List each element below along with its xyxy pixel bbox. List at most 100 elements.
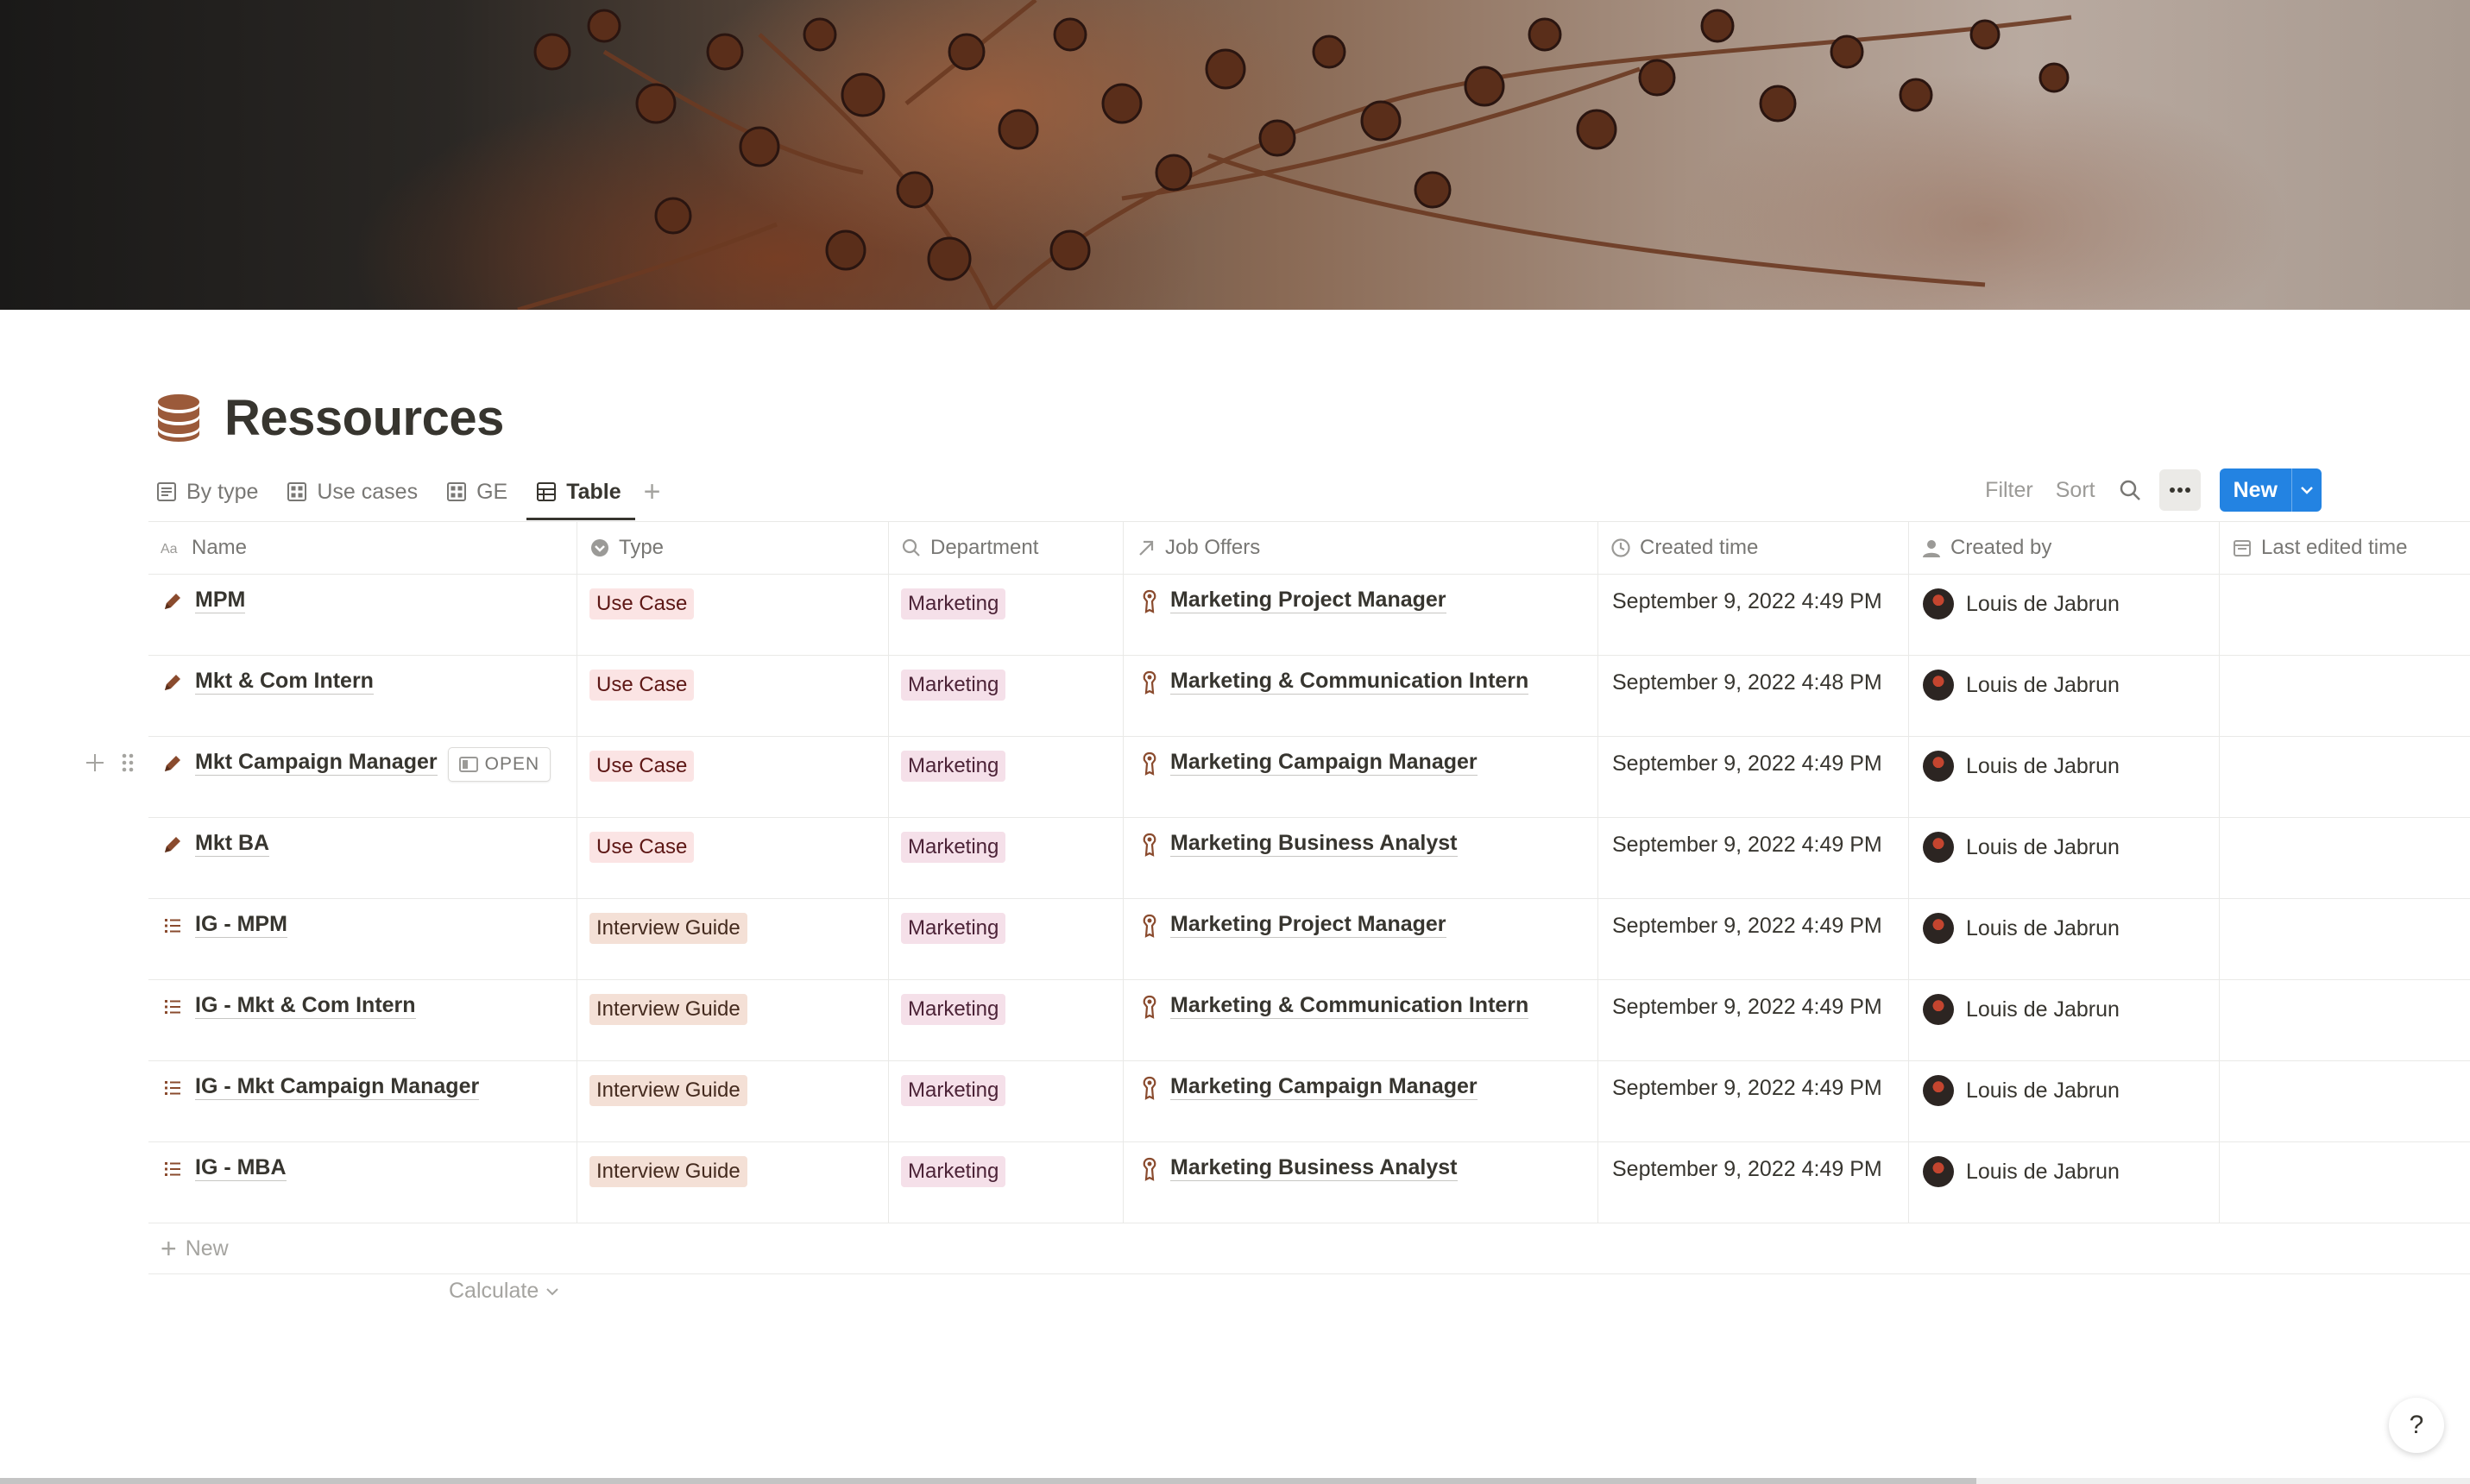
page-title[interactable]: Ressources — [224, 389, 504, 447]
job-offer-cell[interactable]: Marketing Project Manager — [1124, 575, 1598, 655]
job-offer-cell[interactable]: Marketing Business Analyst — [1124, 1142, 1598, 1223]
page-link[interactable]: Mkt & Com Intern — [195, 668, 374, 695]
page-link[interactable]: IG - MBA — [195, 1154, 287, 1181]
created-by-cell[interactable]: Louis de Jabrun — [1909, 1142, 2220, 1223]
column-header-name[interactable]: Aa Name — [148, 522, 577, 574]
created-time-cell[interactable]: September 9, 2022 4:49 PM — [1598, 575, 1909, 655]
page-link[interactable]: IG - MPM — [195, 911, 287, 938]
created-time-cell[interactable]: September 9, 2022 4:49 PM — [1598, 737, 1909, 817]
job-offer-cell[interactable]: Marketing Campaign Manager — [1124, 1061, 1598, 1141]
scrollbar-thumb[interactable] — [0, 1478, 1976, 1484]
new-button[interactable]: New — [2219, 468, 2322, 512]
created-time-cell[interactable]: September 9, 2022 4:48 PM — [1598, 656, 1909, 736]
name-cell[interactable]: IG - Mkt Campaign Manager — [148, 1061, 577, 1141]
tab-use-cases[interactable]: Use cases — [286, 470, 418, 513]
page-link[interactable]: IG - Mkt & Com Intern — [195, 992, 416, 1019]
add-row-icon[interactable] — [83, 751, 107, 775]
drag-handle-icon[interactable] — [116, 751, 140, 775]
last-edited-cell[interactable] — [2220, 737, 2470, 817]
type-cell[interactable]: Use Case — [577, 575, 889, 655]
job-offer-link[interactable]: Marketing & Communication Intern — [1170, 992, 1529, 1019]
page-link[interactable]: IG - Mkt Campaign Manager — [195, 1073, 480, 1100]
created-by-cell[interactable]: Louis de Jabrun — [1909, 818, 2220, 898]
last-edited-cell[interactable] — [2220, 980, 2470, 1060]
table-row[interactable]: IG - MPM Interview Guide Marketing Marketin… — [148, 899, 2470, 980]
name-cell[interactable]: IG - Mkt & Com Intern — [148, 980, 577, 1060]
department-cell[interactable]: Marketing — [889, 980, 1124, 1060]
name-cell[interactable]: Mkt Campaign Manager OPEN — [148, 737, 577, 817]
created-time-cell[interactable]: September 9, 2022 4:49 PM — [1598, 899, 1909, 979]
type-cell[interactable]: Interview Guide — [577, 1061, 889, 1141]
type-cell[interactable]: Interview Guide — [577, 899, 889, 979]
created-time-cell[interactable]: September 9, 2022 4:49 PM — [1598, 1142, 1909, 1223]
job-offer-link[interactable]: Marketing Business Analyst — [1170, 1154, 1458, 1181]
last-edited-cell[interactable] — [2220, 1142, 2470, 1223]
last-edited-cell[interactable] — [2220, 656, 2470, 736]
last-edited-cell[interactable] — [2220, 575, 2470, 655]
last-edited-cell[interactable] — [2220, 899, 2470, 979]
name-cell[interactable]: Mkt BA — [148, 818, 577, 898]
job-offer-link[interactable]: Marketing & Communication Intern — [1170, 668, 1529, 695]
search-button[interactable] — [2118, 478, 2142, 502]
table-row[interactable]: IG - MBA Interview Guide Marketing Marketin… — [148, 1142, 2470, 1223]
page-link[interactable]: Mkt BA — [195, 830, 270, 857]
add-row-button[interactable]: + New — [148, 1223, 2470, 1274]
new-button-label[interactable]: New — [2220, 468, 2292, 512]
page-link[interactable]: MPM — [195, 587, 246, 613]
type-cell[interactable]: Use Case — [577, 737, 889, 817]
type-cell[interactable]: Use Case — [577, 656, 889, 736]
created-by-cell[interactable]: Louis de Jabrun — [1909, 575, 2220, 655]
table-row[interactable]: Mkt BA Use Case Marketing Marketing Busines… — [148, 818, 2470, 899]
job-offer-link[interactable]: Marketing Project Manager — [1170, 587, 1446, 613]
created-time-cell[interactable]: September 9, 2022 4:49 PM — [1598, 818, 1909, 898]
table-row[interactable]: IG - Mkt & Com Intern Interview Guide Mark… — [148, 980, 2470, 1061]
job-offer-cell[interactable]: Marketing & Communication Intern — [1124, 656, 1598, 736]
created-time-cell[interactable]: September 9, 2022 4:49 PM — [1598, 1061, 1909, 1141]
table-row[interactable]: IG - Mkt Campaign Manager Interview Guide… — [148, 1061, 2470, 1142]
job-offer-link[interactable]: Marketing Campaign Manager — [1170, 1073, 1478, 1100]
department-cell[interactable]: Marketing — [889, 656, 1124, 736]
created-by-cell[interactable]: Louis de Jabrun — [1909, 656, 2220, 736]
column-header-last-edited[interactable]: Last edited time — [2220, 522, 2470, 574]
type-cell[interactable]: Interview Guide — [577, 1142, 889, 1223]
created-by-cell[interactable]: Louis de Jabrun — [1909, 980, 2220, 1060]
job-offer-link[interactable]: Marketing Campaign Manager — [1170, 749, 1478, 776]
job-offer-cell[interactable]: Marketing Project Manager — [1124, 899, 1598, 979]
add-view-icon[interactable]: + — [644, 477, 661, 506]
department-cell[interactable]: Marketing — [889, 818, 1124, 898]
name-cell[interactable]: IG - MBA — [148, 1142, 577, 1223]
department-cell[interactable]: Marketing — [889, 575, 1124, 655]
name-cell[interactable]: Mkt & Com Intern — [148, 656, 577, 736]
department-cell[interactable]: Marketing — [889, 899, 1124, 979]
job-offer-link[interactable]: Marketing Business Analyst — [1170, 830, 1458, 857]
created-time-cell[interactable]: September 9, 2022 4:49 PM — [1598, 980, 1909, 1060]
department-cell[interactable]: Marketing — [889, 1061, 1124, 1141]
filter-button[interactable]: Filter — [1985, 478, 2033, 503]
last-edited-cell[interactable] — [2220, 1061, 2470, 1141]
column-header-type[interactable]: Type — [577, 522, 889, 574]
column-header-department[interactable]: Department — [889, 522, 1124, 574]
type-cell[interactable]: Interview Guide — [577, 980, 889, 1060]
department-cell[interactable]: Marketing — [889, 737, 1124, 817]
calculate-button[interactable]: Calculate — [449, 1279, 559, 1304]
open-page-button[interactable]: OPEN — [447, 747, 551, 782]
name-cell[interactable]: MPM — [148, 575, 577, 655]
job-offer-cell[interactable]: Marketing & Communication Intern — [1124, 980, 1598, 1060]
department-cell[interactable]: Marketing — [889, 1142, 1124, 1223]
type-cell[interactable]: Use Case — [577, 818, 889, 898]
table-row[interactable]: MPM Use Case Marketing Marketing Project Ma… — [148, 575, 2470, 656]
tab-table[interactable]: Table — [526, 470, 636, 520]
job-offer-link[interactable]: Marketing Project Manager — [1170, 911, 1446, 938]
table-row[interactable]: Mkt & Com Intern Use Case Marketing Marketi… — [148, 656, 2470, 737]
page-link[interactable]: Mkt Campaign Manager — [195, 749, 438, 776]
column-header-created-by[interactable]: Created by — [1909, 522, 2220, 574]
sort-button[interactable]: Sort — [2056, 478, 2095, 503]
tab-by-type[interactable]: By type — [155, 470, 258, 513]
tab-ge[interactable]: GE — [445, 470, 507, 513]
name-cell[interactable]: IG - MPM — [148, 899, 577, 979]
column-header-job-offers[interactable]: Job Offers — [1124, 522, 1598, 574]
created-by-cell[interactable]: Louis de Jabrun — [1909, 737, 2220, 817]
created-by-cell[interactable]: Louis de Jabrun — [1909, 899, 2220, 979]
more-options-button[interactable] — [2158, 469, 2201, 511]
chevron-down-icon[interactable] — [2292, 468, 2322, 512]
